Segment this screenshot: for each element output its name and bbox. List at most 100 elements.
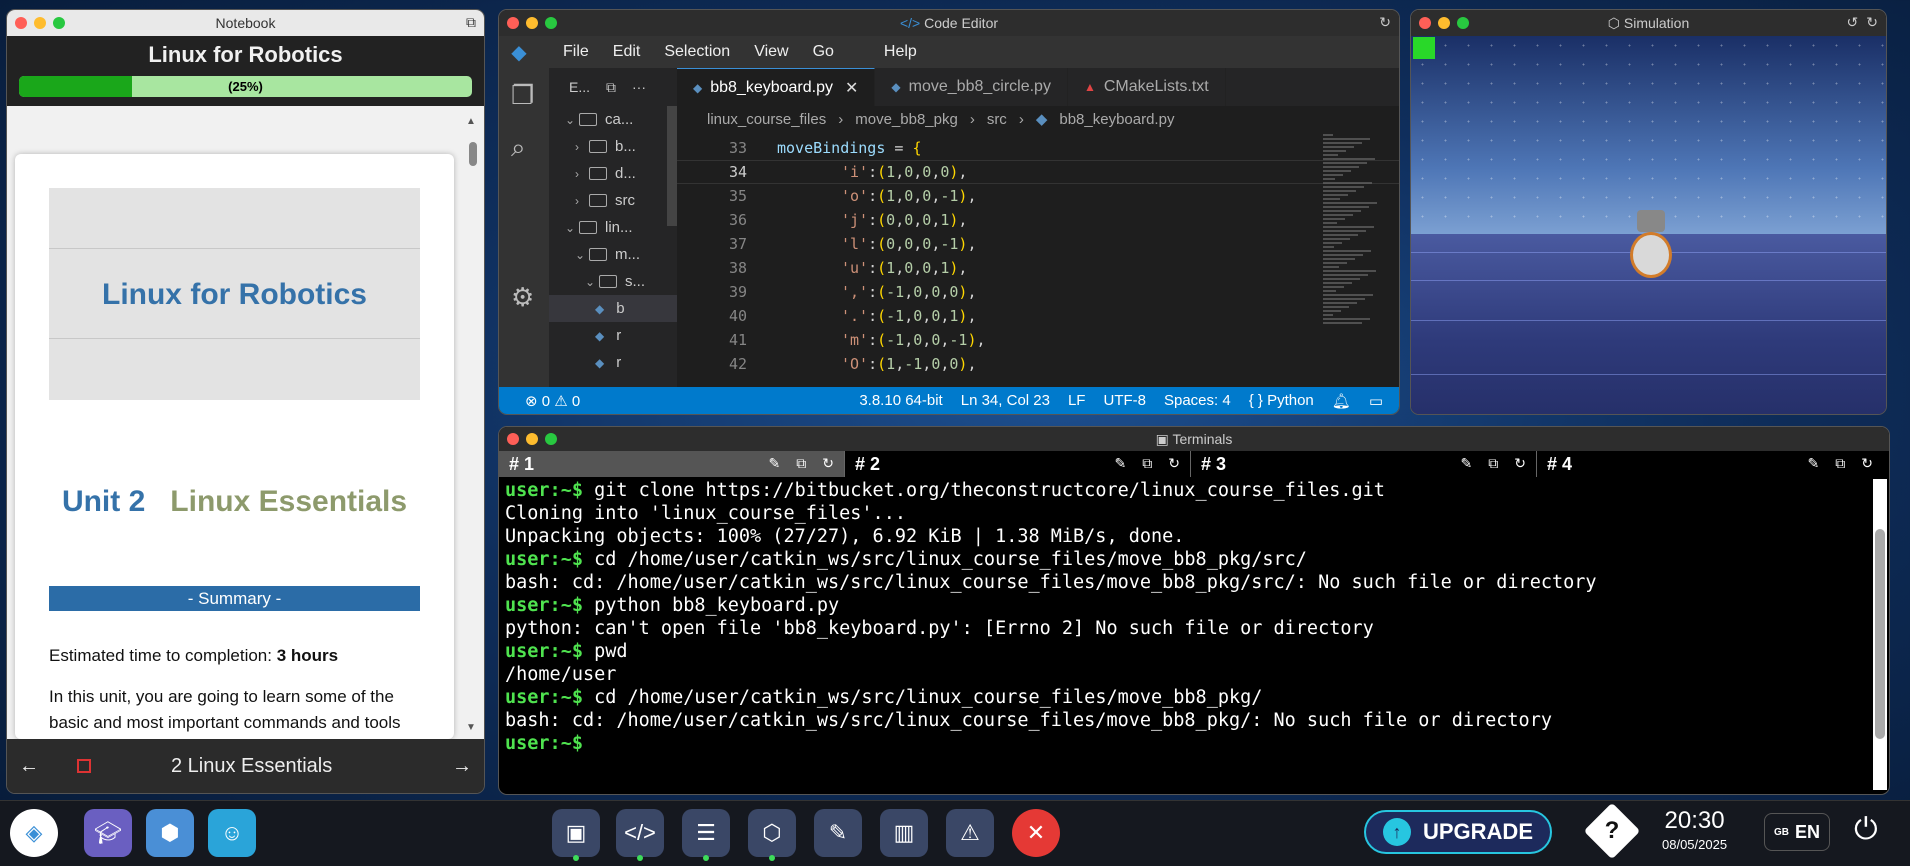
simulation-viewport[interactable] [1411, 36, 1886, 414]
tree-item[interactable]: ◆ r [549, 322, 677, 349]
start-logo-icon[interactable]: ◈ [10, 809, 58, 857]
code-editor-text[interactable]: 33 moveBindings = {34 'i':(1,0,0,0), 35 'o':… [677, 132, 1399, 387]
minimize-window-button[interactable] [1438, 17, 1450, 29]
tree-item[interactable]: ⌄ ca... [549, 106, 677, 133]
encoding[interactable]: UTF-8 [1103, 392, 1146, 410]
taskbar-book-icon[interactable]: ▥ [880, 809, 928, 857]
code-line[interactable]: 33 moveBindings = { [677, 136, 1399, 160]
taskbar-simulation-icon[interactable]: ⬡ [748, 809, 796, 861]
chevron-right-icon[interactable]: › [575, 194, 589, 208]
tab-cmakelists[interactable]: ▲ CMakeLists.txt [1068, 68, 1226, 106]
explorer-icon[interactable]: ❐ [511, 80, 534, 111]
code-line[interactable]: 36 'j':(0,0,0,1), [677, 208, 1399, 232]
code-line[interactable]: 34 'i':(1,0,0,0), [677, 160, 1399, 184]
reload-icon[interactable]: ↻ [1866, 14, 1878, 31]
settings-gear-icon[interactable]: ⚙ [511, 282, 534, 313]
chevron-down-icon[interactable]: ⌄ [565, 113, 579, 127]
cursor-position[interactable]: Ln 34, Col 23 [961, 392, 1050, 410]
explorer-scrollbar[interactable] [667, 106, 677, 226]
close-window-button[interactable] [15, 17, 27, 29]
menu-help[interactable]: Help [884, 43, 917, 61]
menu-view[interactable]: View [754, 43, 788, 61]
popout-icon[interactable]: ⧉ [1142, 455, 1152, 472]
scroll-thumb[interactable] [1875, 529, 1885, 739]
terminal-tab-1[interactable]: # 1 ✎ ⧉ ↻ [499, 451, 845, 477]
robot-head-icon[interactable]: ☺ [208, 809, 256, 857]
edit-icon[interactable]: ✎ [1115, 455, 1127, 472]
prev-page-icon[interactable]: ← [19, 755, 39, 778]
tree-item[interactable]: › d... [549, 160, 677, 187]
menu-edit[interactable]: Edit [613, 43, 641, 61]
help-button[interactable]: ? [1583, 802, 1641, 860]
minimize-window-button[interactable] [526, 433, 538, 445]
code-line[interactable]: 35 'o':(1,0,0,-1), [677, 184, 1399, 208]
minimap[interactable] [1323, 132, 1383, 387]
search-icon[interactable]: ⌕ [511, 132, 526, 164]
edit-icon[interactable]: ✎ [1808, 455, 1820, 472]
chevron-right-icon[interactable]: › [575, 140, 589, 154]
terminal-tab-4[interactable]: # 4 ✎ ⧉ ↻ [1537, 451, 1883, 477]
language-selector[interactable]: GB EN [1764, 813, 1830, 851]
code-line[interactable]: 38 'u':(1,0,0,1), [677, 256, 1399, 280]
edit-icon[interactable]: ✎ [769, 455, 781, 472]
tree-item[interactable]: ◆ r [549, 349, 677, 376]
reload-icon[interactable]: ↻ [822, 455, 834, 472]
popout-icon[interactable]: ⧉ [1835, 455, 1845, 472]
menu-go[interactable]: Go [813, 43, 834, 61]
eol-mode[interactable]: LF [1068, 392, 1086, 410]
problems-indicator[interactable]: ⊗ 0 ⚠ 0 [499, 392, 580, 410]
tab-move-bb8-circle[interactable]: ◆ move_bb8_circle.py [875, 68, 1068, 106]
code-line[interactable]: 42 'O':(1,-1,0,0), [677, 352, 1399, 376]
taskbar-tools-icon[interactable]: ✎ [814, 809, 862, 857]
edit-icon[interactable]: ✎ [1461, 455, 1473, 472]
tree-item[interactable]: ◆ b [549, 295, 677, 322]
reload-icon[interactable]: ↻ [1168, 455, 1180, 472]
code-line[interactable]: 39 ',':(-1,0,0,0), [677, 280, 1399, 304]
popout-icon[interactable]: ⧉ [796, 455, 806, 472]
close-window-button[interactable] [507, 433, 519, 445]
reload-icon[interactable]: ↻ [1514, 455, 1526, 472]
popout-icon[interactable]: ⧉ [1488, 455, 1498, 472]
reload-icon[interactable]: ↻ [1379, 14, 1391, 31]
maximize-window-button[interactable] [53, 17, 65, 29]
code-line[interactable]: 37 'l':(0,0,0,-1), [677, 232, 1399, 256]
courses-graduation-icon[interactable]: 🎓︎ [84, 809, 132, 857]
upgrade-button[interactable]: ↑ UPGRADE [1364, 810, 1552, 854]
terminal-tab-3[interactable]: # 3 ✎ ⧉ ↻ [1191, 451, 1537, 477]
taskbar-terminal-icon[interactable]: ▣ [552, 809, 600, 861]
close-window-button[interactable] [507, 17, 519, 29]
terminal-tab-2[interactable]: # 2 ✎ ⧉ ↻ [845, 451, 1191, 477]
breadcrumb-item[interactable]: move_bb8_pkg [855, 111, 958, 128]
indentation[interactable]: Spaces: 4 [1164, 392, 1231, 410]
maximize-window-button[interactable] [1457, 17, 1469, 29]
more-actions-icon[interactable]: ··· [632, 79, 646, 95]
tab-bb8-keyboard[interactable]: ◆ bb8_keyboard.py ✕ [677, 68, 876, 106]
power-icon[interactable]: ⏻ [1854, 813, 1878, 847]
tree-item[interactable]: ⌄ m... [549, 241, 677, 268]
python-interpreter[interactable]: 3.8.10 64-bit [859, 392, 942, 410]
layout-icon[interactable]: ▭ [1369, 392, 1383, 410]
tree-item[interactable]: › src [549, 187, 677, 214]
tree-item[interactable]: ⌄ lin... [549, 214, 677, 241]
scroll-thumb[interactable] [469, 142, 477, 166]
breadcrumb-item[interactable]: linux_course_files [707, 111, 826, 128]
language-mode[interactable]: { } Python [1249, 392, 1314, 410]
scroll-up-icon[interactable]: ▲ [466, 116, 476, 127]
chevron-down-icon[interactable]: ⌄ [585, 275, 599, 289]
notifications-bell-icon[interactable]: 🔔︎ [1332, 392, 1351, 410]
menu-file[interactable]: File [563, 43, 589, 61]
tree-item[interactable]: ⌄ s... [549, 268, 677, 295]
taskbar-code-icon[interactable]: </> [616, 809, 664, 861]
code-line[interactable]: 40 '.':(-1,0,0,1), [677, 304, 1399, 328]
terminal-output[interactable]: user:~$ git clone https://bitbucket.org/… [505, 479, 1869, 794]
reset-icon[interactable]: ↺ [1847, 14, 1859, 31]
stop-icon[interactable] [77, 759, 91, 773]
chevron-right-icon[interactable]: › [575, 167, 589, 181]
minimize-window-button[interactable] [526, 17, 538, 29]
robot-cube-icon[interactable]: ⬢ [146, 809, 194, 857]
maximize-window-button[interactable] [545, 433, 557, 445]
code-line[interactable]: 41 'm':(-1,0,0,-1), [677, 328, 1399, 352]
chevron-down-icon[interactable]: ⌄ [565, 221, 579, 235]
tree-item[interactable]: › b... [549, 133, 677, 160]
popout-icon[interactable]: ⧉ [466, 14, 476, 31]
